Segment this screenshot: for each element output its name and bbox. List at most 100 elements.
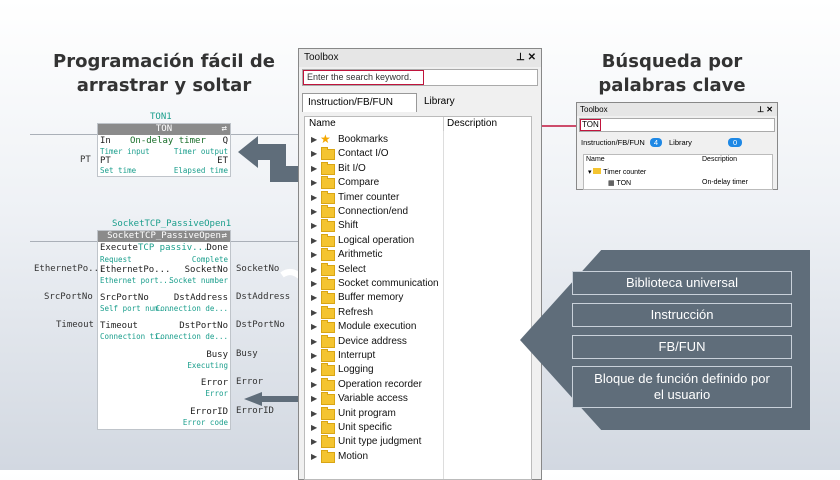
chevron-right-icon[interactable]: ▶: [311, 363, 317, 377]
toolbox-item-label: Motion: [338, 450, 369, 462]
mini-col-description: Description: [702, 156, 738, 163]
chevron-right-icon[interactable]: ▶: [311, 205, 317, 219]
chevron-right-icon[interactable]: ▶: [311, 450, 317, 464]
chevron-right-icon[interactable]: ▶: [311, 407, 317, 421]
chevron-right-icon[interactable]: ▶: [311, 349, 317, 363]
chevron-right-icon[interactable]: ▶: [311, 291, 317, 305]
mini-search-field[interactable]: TON: [579, 118, 775, 132]
chevron-right-icon[interactable]: ▶: [311, 263, 317, 277]
toolbox-item-label: Bit I/O: [338, 162, 366, 174]
folder-icon: [321, 262, 335, 276]
chevron-right-icon[interactable]: ▶: [311, 421, 317, 435]
chevron-right-icon[interactable]: ▶: [311, 176, 317, 190]
toolbox-item-label: Logical operation: [338, 234, 415, 246]
mini-list: Name Description ▾ Timer counter ▦ TON O…: [583, 154, 773, 190]
toolbox-item-label: Unit specific: [338, 422, 392, 433]
toolbox-item-label: Socket communication: [338, 278, 439, 289]
toolbox-item-label: Module execution: [338, 321, 417, 333]
mini-tab-instruction[interactable]: Instruction/FB/FUN 4: [581, 138, 663, 147]
mini-folder-row[interactable]: ▾ Timer counter: [588, 168, 646, 176]
chevron-right-icon[interactable]: ▶: [311, 306, 317, 320]
folder-icon: [321, 233, 335, 247]
folder-icon: [321, 205, 335, 218]
toolbox-item-label: Arithmetic: [338, 249, 383, 261]
chevron-right-icon[interactable]: ▶: [311, 320, 317, 334]
chevron-right-icon[interactable]: ▶: [311, 219, 317, 233]
mini-tab-count-instruction: 4: [649, 138, 663, 147]
mini-tab-count-library: 0: [728, 138, 743, 147]
chevron-right-icon[interactable]: ▶: [311, 147, 317, 161]
folder-icon: [321, 277, 335, 290]
folder-icon: [321, 392, 335, 406]
folder-icon: [321, 349, 335, 362]
panel-item-universal-library: Biblioteca universal: [572, 271, 792, 295]
mini-col-name: Name: [586, 156, 605, 163]
toolbox-item-label: Timer counter: [338, 191, 400, 203]
search-heading: Búsqueda por palabras clave: [598, 51, 746, 96]
chevron-right-icon[interactable]: ▶: [311, 277, 317, 291]
folder-icon: [321, 406, 335, 420]
folder-icon: [321, 377, 335, 391]
mini-close-icon[interactable]: ⊥ ✕: [757, 103, 773, 116]
folder-icon: [321, 147, 335, 161]
pin-icon[interactable]: ⊥: [516, 52, 525, 63]
col-name[interactable]: Name: [309, 117, 336, 131]
folder-icon: [321, 435, 335, 449]
chevron-right-icon[interactable]: ▶: [311, 378, 317, 392]
chevron-right-icon[interactable]: ▶: [311, 234, 317, 248]
list-header: Name Description: [304, 116, 532, 132]
mini-search-input[interactable]: TON: [580, 119, 601, 131]
folder-icon: [321, 291, 335, 305]
folder-icon: [321, 305, 335, 319]
col-description[interactable]: Description: [447, 117, 497, 131]
folder-icon: [321, 421, 335, 434]
toolbox-item-label: Interrupt: [338, 350, 376, 361]
toolbox-item-label: Shift: [338, 220, 359, 232]
mini-tab-library[interactable]: Library 0: [669, 138, 743, 147]
star-icon: ★: [320, 132, 331, 146]
close-icon[interactable]: ✕: [528, 52, 536, 63]
chevron-right-icon[interactable]: ▶: [311, 335, 317, 349]
panel-item-fbfun: FB/FUN: [572, 335, 792, 359]
toolbox-item-label: Operation recorder: [338, 378, 422, 390]
toolbox-item-label: Select: [338, 263, 366, 275]
toolbox-item-label: Connection/end: [338, 206, 409, 217]
toolbox-item-label: Bookmarks: [338, 134, 389, 145]
instruction-list: ▶ ★ Bookmarks ▶ Contact I/O ▶ Bit I/O ▶ Compare ▶…: [304, 131, 532, 480]
mini-toolbox: Toolbox ⊥ ✕ TON Instruction/FB/FUN 4 Lib…: [576, 102, 778, 190]
folder-icon: [321, 190, 335, 204]
toolbox-item-label: Contact I/O: [338, 148, 389, 160]
folder-icon: [321, 176, 335, 190]
mini-toolbox-title: Toolbox: [580, 105, 608, 114]
tab-instruction[interactable]: Instruction/FB/FUN: [302, 93, 417, 112]
toolbox-item-label: Unit program: [338, 407, 396, 419]
tab-library[interactable]: Library: [419, 93, 504, 111]
folder-icon: [321, 449, 335, 463]
panel-item-udfb: Bloque de función definido por el usuari…: [572, 366, 792, 408]
folder-icon: [321, 320, 335, 334]
toolbox-item-label: Device address: [338, 335, 407, 347]
chevron-right-icon[interactable]: ▶: [311, 392, 317, 406]
mini-item-row[interactable]: ▦ TON: [608, 179, 631, 187]
folder-icon: [321, 363, 335, 377]
toolbox-title: Toolbox: [304, 52, 339, 63]
mini-item-desc: On-delay timer: [702, 179, 748, 186]
toolbox-item-label: Buffer memory: [338, 292, 404, 304]
panel-item-instruction: Instrucción: [572, 303, 792, 327]
toolbox-item-label: Unit type judgment: [338, 436, 422, 448]
toolbox-item-label: Compare: [338, 177, 380, 189]
toolbox-item-label: Variable access: [338, 393, 408, 405]
chevron-right-icon[interactable]: ▶: [311, 435, 317, 449]
folder-icon: [321, 219, 335, 233]
folder-icon: [321, 334, 335, 348]
chevron-right-icon[interactable]: ▶: [311, 133, 317, 147]
chevron-right-icon[interactable]: ▶: [311, 162, 317, 176]
toolbox-window: Toolbox ⊥ ✕ Enter the search keyword. In…: [298, 48, 542, 480]
folder-icon: [321, 161, 335, 175]
chevron-right-icon[interactable]: ▶: [311, 248, 317, 262]
toolbox-item-label: Logging: [338, 364, 374, 376]
search-input[interactable]: Enter the search keyword.: [303, 70, 424, 85]
toolbox-item-label: Refresh: [338, 306, 374, 318]
chevron-right-icon[interactable]: ▶: [311, 191, 317, 205]
search-field[interactable]: Enter the search keyword.: [302, 69, 538, 86]
